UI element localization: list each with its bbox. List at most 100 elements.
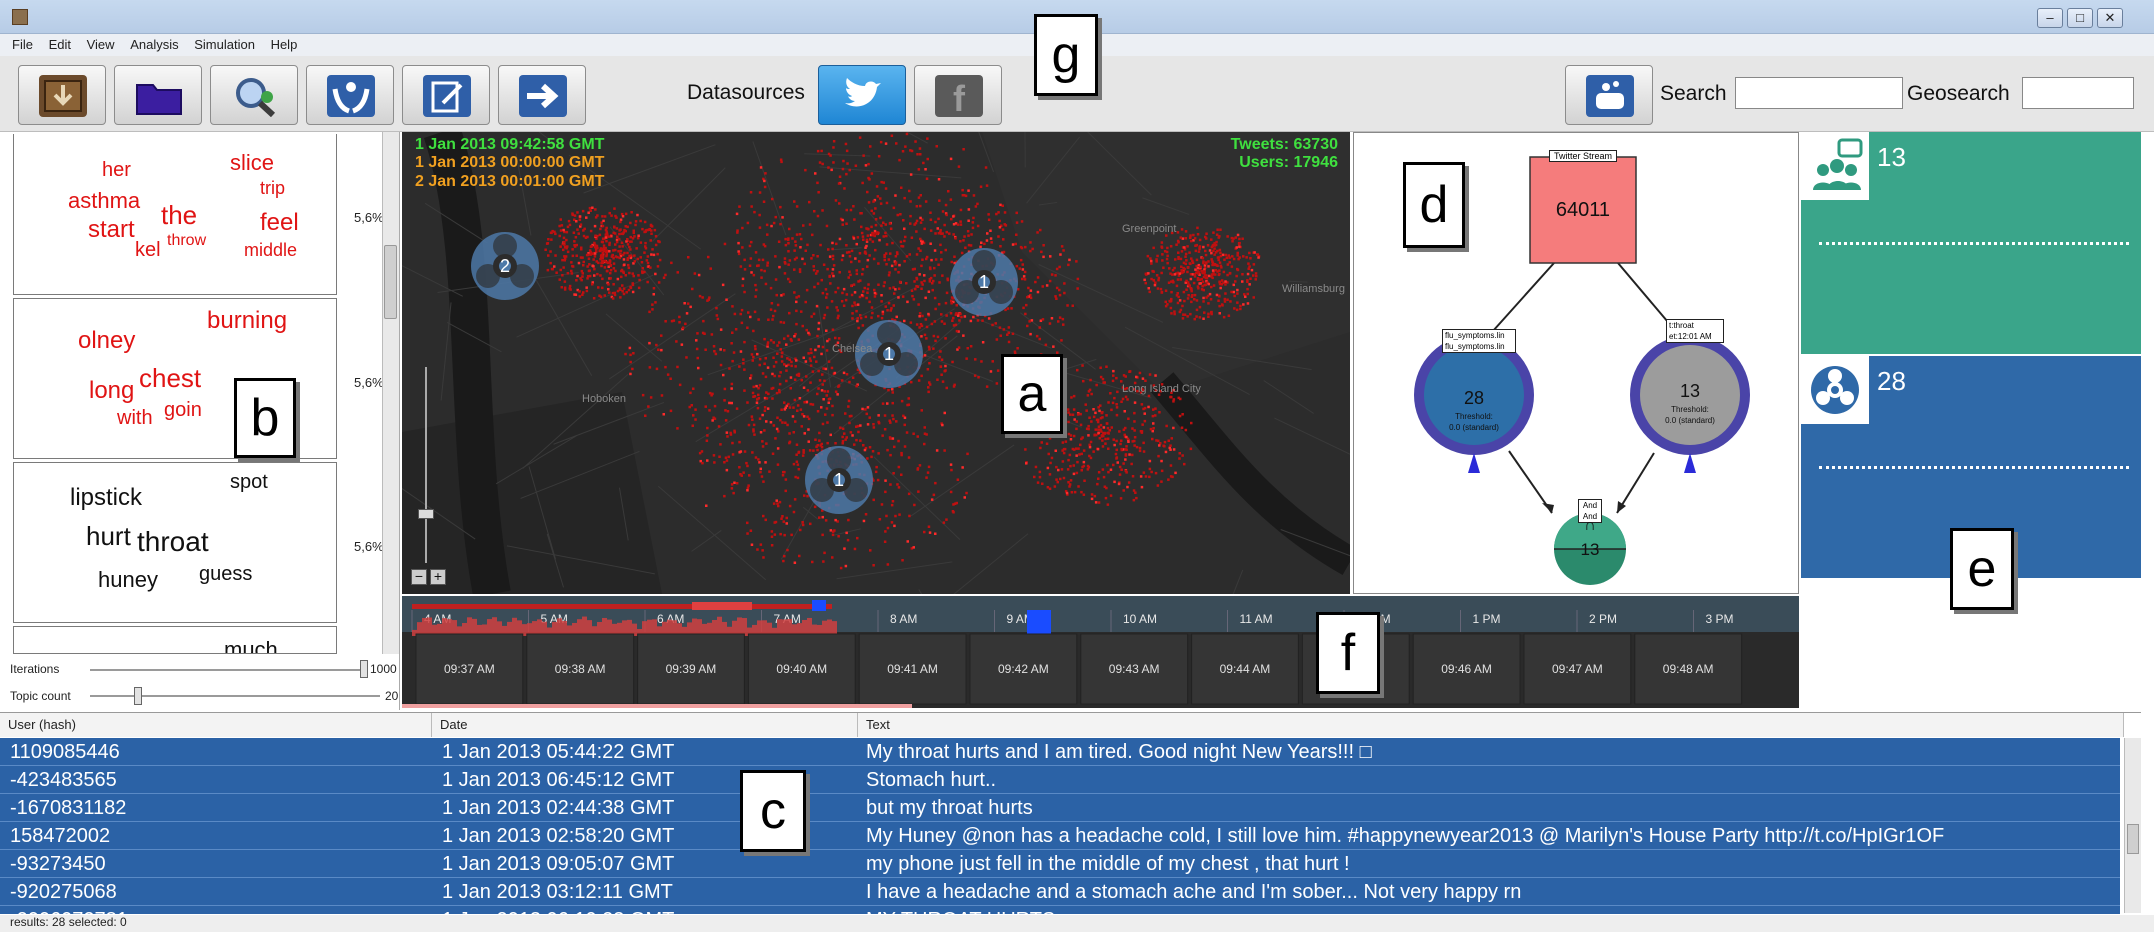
text-cell: MY THROAT HURTS <box>866 909 2116 914</box>
topic-word: huney <box>98 567 158 592</box>
topic-percent: 5,6% <box>354 210 384 225</box>
minimize-button[interactable]: – <box>2037 8 2063 28</box>
iterations-slider-thumb[interactable] <box>360 660 368 678</box>
database-button[interactable] <box>1565 65 1653 125</box>
import-button[interactable] <box>18 65 106 125</box>
date-cell: 1 Jan 2013 03:12:11 GMT <box>442 881 673 903</box>
column-header-user[interactable]: User (hash) <box>0 713 432 737</box>
topic-card[interactable]: much <box>13 626 337 654</box>
open-folder-button[interactable] <box>114 65 202 125</box>
topic-word: burning <box>207 307 288 334</box>
topic-word: throw <box>167 232 207 249</box>
menu-help[interactable]: Help <box>271 34 298 52</box>
hands-button[interactable] <box>306 65 394 125</box>
timeline-hour-label: 11 AM <box>1240 612 1273 626</box>
table-scrollbar-thumb[interactable] <box>2127 824 2139 854</box>
column-header-text[interactable]: Text <box>858 713 2124 737</box>
topic-card[interactable]: 5,6% her slice asthma trip the start feel throw… <box>13 134 384 295</box>
zoom-search-button[interactable] <box>210 65 298 125</box>
topic-word: throat <box>137 526 209 557</box>
throat-label-line: t:throat <box>1669 321 1694 330</box>
user-hash-cell: -1670831182 <box>10 797 127 819</box>
topic-word: spot <box>230 471 268 493</box>
topic-word: trip <box>260 178 286 198</box>
column-header-date[interactable]: Date <box>432 713 858 737</box>
topic-percent: 5,6% <box>354 375 384 390</box>
zoom-out-button[interactable]: − <box>411 569 427 585</box>
topic-scrollbar[interactable] <box>382 132 399 654</box>
throat-threshold-value: 0.0 (standard) <box>1665 416 1715 425</box>
text-cell: My Huney @non has a headache cold, I sti… <box>866 825 1945 847</box>
result-card-chat[interactable]: 13 <box>1801 132 2141 354</box>
user-hash-cell: -2006072781 <box>10 909 430 914</box>
user-hash-cell: -93273450 <box>10 853 106 875</box>
timeline[interactable]: 4 AM5 AM6 AM7 AM8 AM9 AM10 AM11 AM12 PM1… <box>402 596 1799 708</box>
maximize-button[interactable]: □ <box>2067 8 2093 28</box>
hands-icon <box>327 75 375 117</box>
biohazard-cluster-marker[interactable]: 1 <box>805 446 873 514</box>
topic-scrollbar-thumb[interactable] <box>384 245 397 319</box>
zoom-in-button[interactable]: + <box>430 569 446 585</box>
map-place-label: Hoboken <box>582 393 626 405</box>
label-d: d <box>1403 162 1465 248</box>
throat-label: t:throat et:12:01 AM <box>1666 319 1724 343</box>
menu-simulation[interactable]: Simulation <box>194 34 255 52</box>
topic-word: kel <box>135 239 161 261</box>
table-row[interactable]: -93273450 1 Jan 2013 09:05:07 GMT my phone… <box>0 850 2120 878</box>
timeline-hour-label: 8 AM <box>890 612 917 626</box>
topic-count-value: 20 <box>385 689 399 703</box>
text-cell: my phone just fell in the middle of my c… <box>866 853 1350 875</box>
menu-file[interactable]: File <box>12 34 33 52</box>
table-row[interactable]: -423483565 1 Jan 2013 06:45:12 GMT Stomach… <box>0 766 2120 794</box>
next-button[interactable] <box>498 65 586 125</box>
biohazard-cluster-marker[interactable]: 2 <box>471 232 539 300</box>
map-place-label: Chelsea <box>832 343 873 355</box>
facebook-source-button[interactable]: f <box>914 65 1002 125</box>
menu-edit[interactable]: Edit <box>49 34 71 52</box>
timeline-minute-label: 09:38 AM <box>555 662 606 676</box>
timeline-range-handle[interactable] <box>812 600 826 611</box>
topic-word: long <box>89 377 135 404</box>
datasources-label: Datasources <box>687 81 805 104</box>
flu-threshold-label: Threshold: <box>1455 412 1493 421</box>
geosearch-input[interactable] <box>2022 77 2134 109</box>
flu-symptoms-label-line: flu_symptoms.lin <box>1445 342 1505 351</box>
table-row[interactable]: -1670831182 1 Jan 2013 02:44:38 GMT but my… <box>0 794 2120 822</box>
topic-card[interactable]: 5,6% spot lipstick hurt throat guess huney <box>13 462 384 623</box>
and-operator: ∩ <box>1584 517 1596 534</box>
close-button[interactable]: ✕ <box>2097 8 2123 28</box>
topic-word: feel <box>260 209 299 236</box>
timeline-hour-label: 1 PM <box>1473 612 1501 626</box>
label-a: a <box>1001 354 1063 434</box>
edit-button[interactable] <box>402 65 490 125</box>
timeline-current-marker[interactable] <box>1027 610 1051 634</box>
menu-view[interactable]: View <box>87 34 115 52</box>
group-chat-icon <box>1801 132 1869 200</box>
topic-word: with <box>117 407 153 429</box>
table-row[interactable]: 158472002 1 Jan 2013 02:58:20 GMT My Huney… <box>0 822 2120 850</box>
topic-word: chest <box>139 363 202 393</box>
status-bar: results: 28 selected: 0 <box>0 915 2154 932</box>
twitter-source-button[interactable] <box>818 65 906 125</box>
twitter-stream-label: Twitter Stream <box>1549 150 1617 162</box>
topic-count-slider-thumb[interactable] <box>134 687 142 705</box>
biohazard-cluster-marker[interactable]: 1 <box>950 248 1018 316</box>
throat-count: 13 <box>1679 381 1701 401</box>
search-input[interactable] <box>1735 77 1903 109</box>
zoom-slider-thumb[interactable] <box>418 509 434 519</box>
geosearch-label: Geosearch <box>1907 82 2010 105</box>
menu-analysis[interactable]: Analysis <box>130 34 178 52</box>
topic-word: guess <box>199 563 253 585</box>
table-row[interactable]: 1109085446 1 Jan 2013 05:44:22 GMT My thro… <box>0 738 2120 766</box>
user-count: Users: 17946 <box>1239 154 1338 171</box>
topic-word: her <box>102 159 131 181</box>
table-scrollbar[interactable] <box>2124 738 2141 913</box>
arrow-right-icon <box>519 75 567 117</box>
map-view[interactable]: 2 1 1 1 Chelsea Hoboken Long Island City Greenp… <box>402 132 1350 594</box>
topic-word: middle <box>244 240 298 260</box>
import-box-icon <box>39 75 87 117</box>
table-row[interactable]: -2006072781 1 Jan 2013 06:10:23 GMT MY THR… <box>0 906 2120 914</box>
throat-label-line: et:12:01 AM <box>1669 332 1712 341</box>
iterations-slider-track <box>90 669 360 671</box>
table-row[interactable]: -920275068 1 Jan 2013 03:12:11 GMT I have … <box>0 878 2120 906</box>
